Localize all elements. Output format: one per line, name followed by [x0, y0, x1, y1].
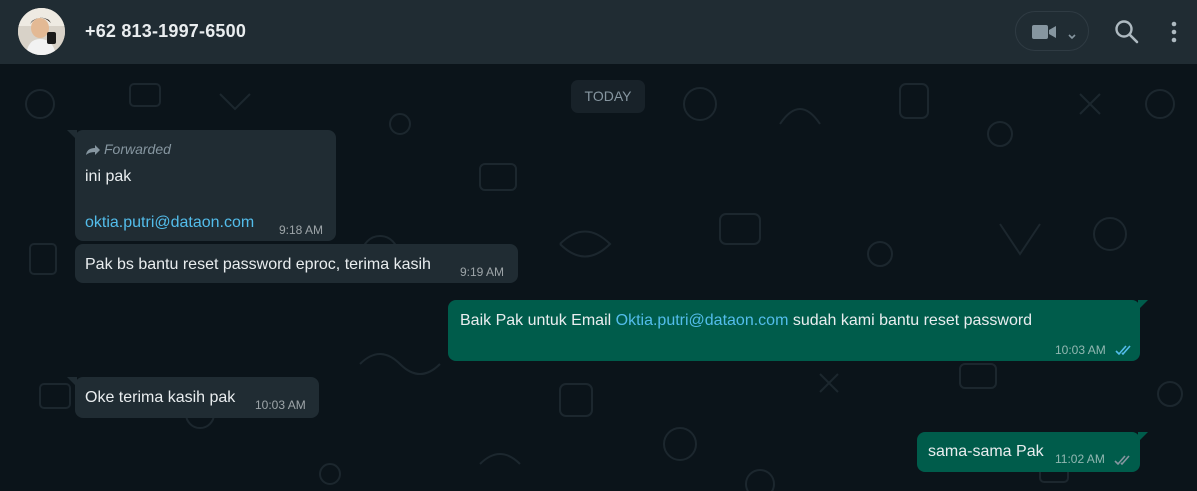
video-call-button[interactable] — [1015, 11, 1089, 51]
message-bubble-incoming[interactable]: Forwarded ini pak oktia.putri@dataon.com… — [67, 130, 336, 241]
read-ticks-icon — [1115, 343, 1133, 361]
chat-header: +62 813-1997-6500 — [0, 0, 1197, 64]
message-text: sama-sama Pak — [928, 443, 1044, 460]
message-bubble-outgoing[interactable]: sama-sama Pak 11:02 AM — [917, 432, 1148, 472]
message-time: 11:02 AM — [1055, 452, 1105, 466]
message-time: 9:19 AM — [460, 265, 505, 279]
forward-icon — [86, 145, 100, 155]
message-text: Pak bs bantu reset password eproc, terim… — [85, 256, 431, 273]
chevron-down-icon — [1067, 28, 1077, 46]
message-text: Baik Pak untuk Email Oktia.putri@dataon.… — [460, 312, 1033, 329]
search-icon[interactable] — [1113, 18, 1141, 46]
date-divider: TODAY — [571, 80, 645, 113]
message-text: Oke terima kasih pak — [85, 389, 236, 406]
message-bubble-incoming[interactable]: Pak bs bantu reset password eproc, terim… — [75, 244, 518, 283]
bubble-tail — [1138, 300, 1148, 310]
menu-icon[interactable] — [1164, 18, 1184, 46]
chat-panel[interactable]: TODAY Forwarded ini pak oktia.putri@data… — [0, 64, 1197, 491]
bubble-tail — [67, 130, 77, 140]
bubble-tail — [1138, 432, 1148, 442]
forwarded-label: Forwarded — [85, 141, 171, 157]
bubble-tail — [67, 377, 77, 387]
avatar[interactable] — [18, 8, 65, 55]
video-call-icon — [1032, 24, 1056, 45]
contact-name[interactable]: +62 813-1997-6500 — [85, 21, 246, 42]
message-time: 10:03 AM — [255, 398, 306, 412]
message-time: 9:18 AM — [279, 223, 324, 237]
delivered-ticks-icon — [1114, 453, 1132, 471]
email-link[interactable]: Oktia.putri@dataon.com — [616, 312, 789, 329]
message-bubble-outgoing[interactable]: Baik Pak untuk Email Oktia.putri@dataon.… — [448, 300, 1148, 361]
email-link[interactable]: oktia.putri@dataon.com — [85, 214, 254, 232]
message-bubble-incoming[interactable]: Oke terima kasih pak 10:03 AM — [67, 377, 319, 418]
message-text: ini pak — [85, 168, 132, 185]
message-time: 10:03 AM — [1055, 343, 1106, 357]
